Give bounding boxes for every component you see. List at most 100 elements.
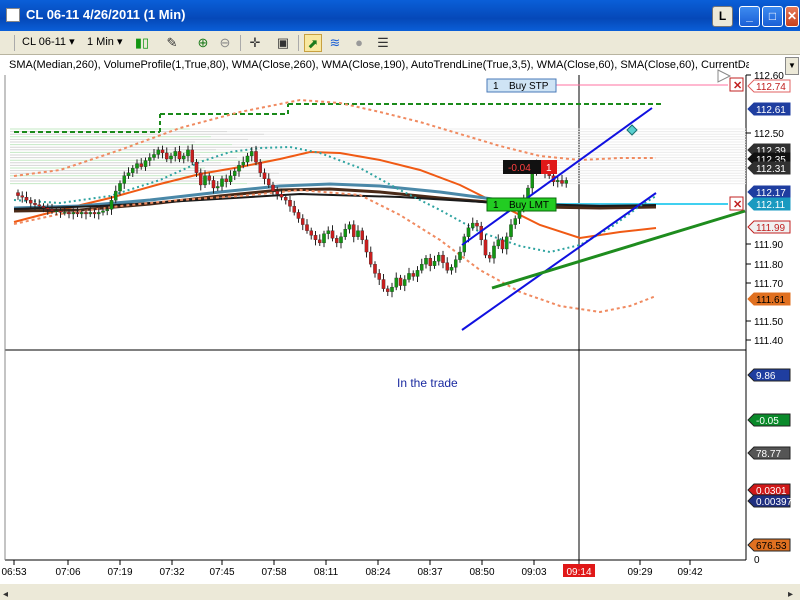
candle-body [436, 254, 441, 262]
candle-body [279, 193, 284, 198]
candle-body [152, 154, 156, 158]
minimize-button[interactable]: _ [739, 6, 760, 27]
candle-body [496, 239, 500, 247]
indicator-label-text: 78.77 [756, 449, 781, 460]
properties-icon[interactable]: ☰ [374, 34, 392, 52]
candle-body [143, 160, 148, 167]
candle-body [513, 218, 518, 225]
support-trendline [491, 209, 746, 290]
candle-body [122, 175, 127, 184]
candle-body [80, 212, 84, 215]
candle-body [317, 239, 322, 244]
lower-zero-label: 0 [754, 555, 760, 566]
candle-body [262, 172, 267, 179]
indicator-label-text: -0.05 [756, 416, 779, 427]
limit-order-label: Buy LMT [509, 200, 549, 211]
candle-body [88, 212, 93, 215]
candle-body [377, 273, 381, 280]
candle-body [283, 196, 288, 201]
candle-body [343, 229, 347, 237]
price-label-text: 112.11 [756, 200, 786, 211]
candle-body [292, 206, 296, 213]
candle-body [249, 151, 254, 157]
zoom-in-icon[interactable]: ⊕ [194, 34, 212, 52]
price-tick-label: 111.90 [754, 240, 784, 251]
candle-body [305, 224, 309, 231]
close-button[interactable]: ✕ [785, 6, 799, 27]
candle-body [63, 212, 67, 214]
candle-body [67, 212, 71, 215]
candle-body [241, 161, 245, 166]
time-tick-label: 09:29 [627, 567, 652, 578]
candle-body [20, 195, 24, 198]
toolbar: CL 06-11 ▾ 1 Min ▾ ▮▯ ✎ ⊕ ⊖ ✛ ▣ ⬈ ≋ ● ☰ [0, 31, 800, 55]
maximize-button[interactable]: □ [762, 6, 783, 27]
candle-body [428, 257, 432, 266]
indicators-icon[interactable]: ≋ [326, 34, 344, 52]
candle-body [466, 227, 471, 237]
candle-body [487, 254, 492, 259]
crosshair-icon[interactable]: ✛ [246, 34, 264, 52]
candle-body [381, 279, 386, 289]
candle-body [258, 161, 262, 173]
candle-body [394, 277, 398, 288]
candle-body [509, 224, 513, 237]
price-chart[interactable]: 1 Buy STP1 Buy LMT-0.04 1✕✕ 112.60112.50111… [0, 55, 800, 600]
channel-lower [461, 192, 657, 331]
candle-body [71, 212, 76, 215]
candle-body [190, 149, 194, 163]
candle-body [16, 192, 20, 196]
candle-body [351, 224, 356, 237]
candle-body [398, 277, 403, 286]
price-tick-label: 111.70 [754, 279, 784, 290]
strategy-icon[interactable]: ⬈ [304, 34, 322, 52]
chart-area[interactable]: SMA(Median,260), VolumeProfile(1,True,80… [0, 55, 800, 600]
time-tick-label: 07:32 [159, 567, 184, 578]
interval-selector[interactable]: 1 Min ▾ [87, 35, 123, 48]
candle-body [54, 210, 59, 213]
price-tick-label: 111.40 [754, 336, 784, 347]
candle-body [118, 183, 122, 192]
candle-body [169, 155, 173, 160]
candle-body [28, 200, 33, 204]
candle-body [186, 149, 190, 157]
candle-body [126, 172, 131, 176]
candle-body [483, 239, 488, 256]
candle-body [160, 149, 165, 154]
candlestick-style-icon[interactable]: ▮▯ [133, 34, 151, 52]
candle-body [453, 259, 458, 268]
time-tick-label: 07:19 [107, 567, 132, 578]
candle-body [224, 178, 228, 183]
scroll-right-arrow-icon: ▸ [788, 589, 793, 600]
price-label-text: 111.99 [756, 223, 786, 234]
instrument-selector[interactable]: CL 06-11 ▾ [22, 35, 75, 48]
drawings [461, 107, 746, 331]
l-button[interactable]: L [712, 6, 733, 27]
candle-body [326, 230, 330, 234]
data-box-icon[interactable]: ▣ [274, 34, 292, 52]
candle-body [109, 200, 114, 210]
candle-body [58, 210, 63, 213]
candle-body [84, 212, 88, 215]
candle-body [156, 149, 160, 155]
candle-body [177, 151, 182, 160]
candle-body [419, 264, 424, 271]
candle-body [347, 224, 352, 230]
candle-body [530, 172, 535, 189]
candle-body [364, 239, 369, 253]
price-label-text: 112.17 [756, 188, 786, 199]
time-tick-label: 08:11 [314, 567, 339, 578]
candle-body [373, 264, 377, 274]
zoom-out-icon[interactable]: ⊖ [216, 34, 234, 52]
draw-pencil-icon[interactable]: ✎ [163, 34, 181, 52]
candle-body [504, 236, 509, 250]
candle-body [385, 288, 390, 292]
disabled-circle-icon[interactable]: ● [350, 34, 368, 52]
price-label-text: 112.61 [756, 105, 786, 116]
candle-body [356, 230, 360, 237]
candle-body [75, 212, 80, 215]
instrument-label: CL 06-11 [22, 36, 67, 48]
candle-body [360, 230, 364, 240]
candle-body [407, 273, 411, 280]
price-tick-label: 111.80 [754, 260, 784, 271]
